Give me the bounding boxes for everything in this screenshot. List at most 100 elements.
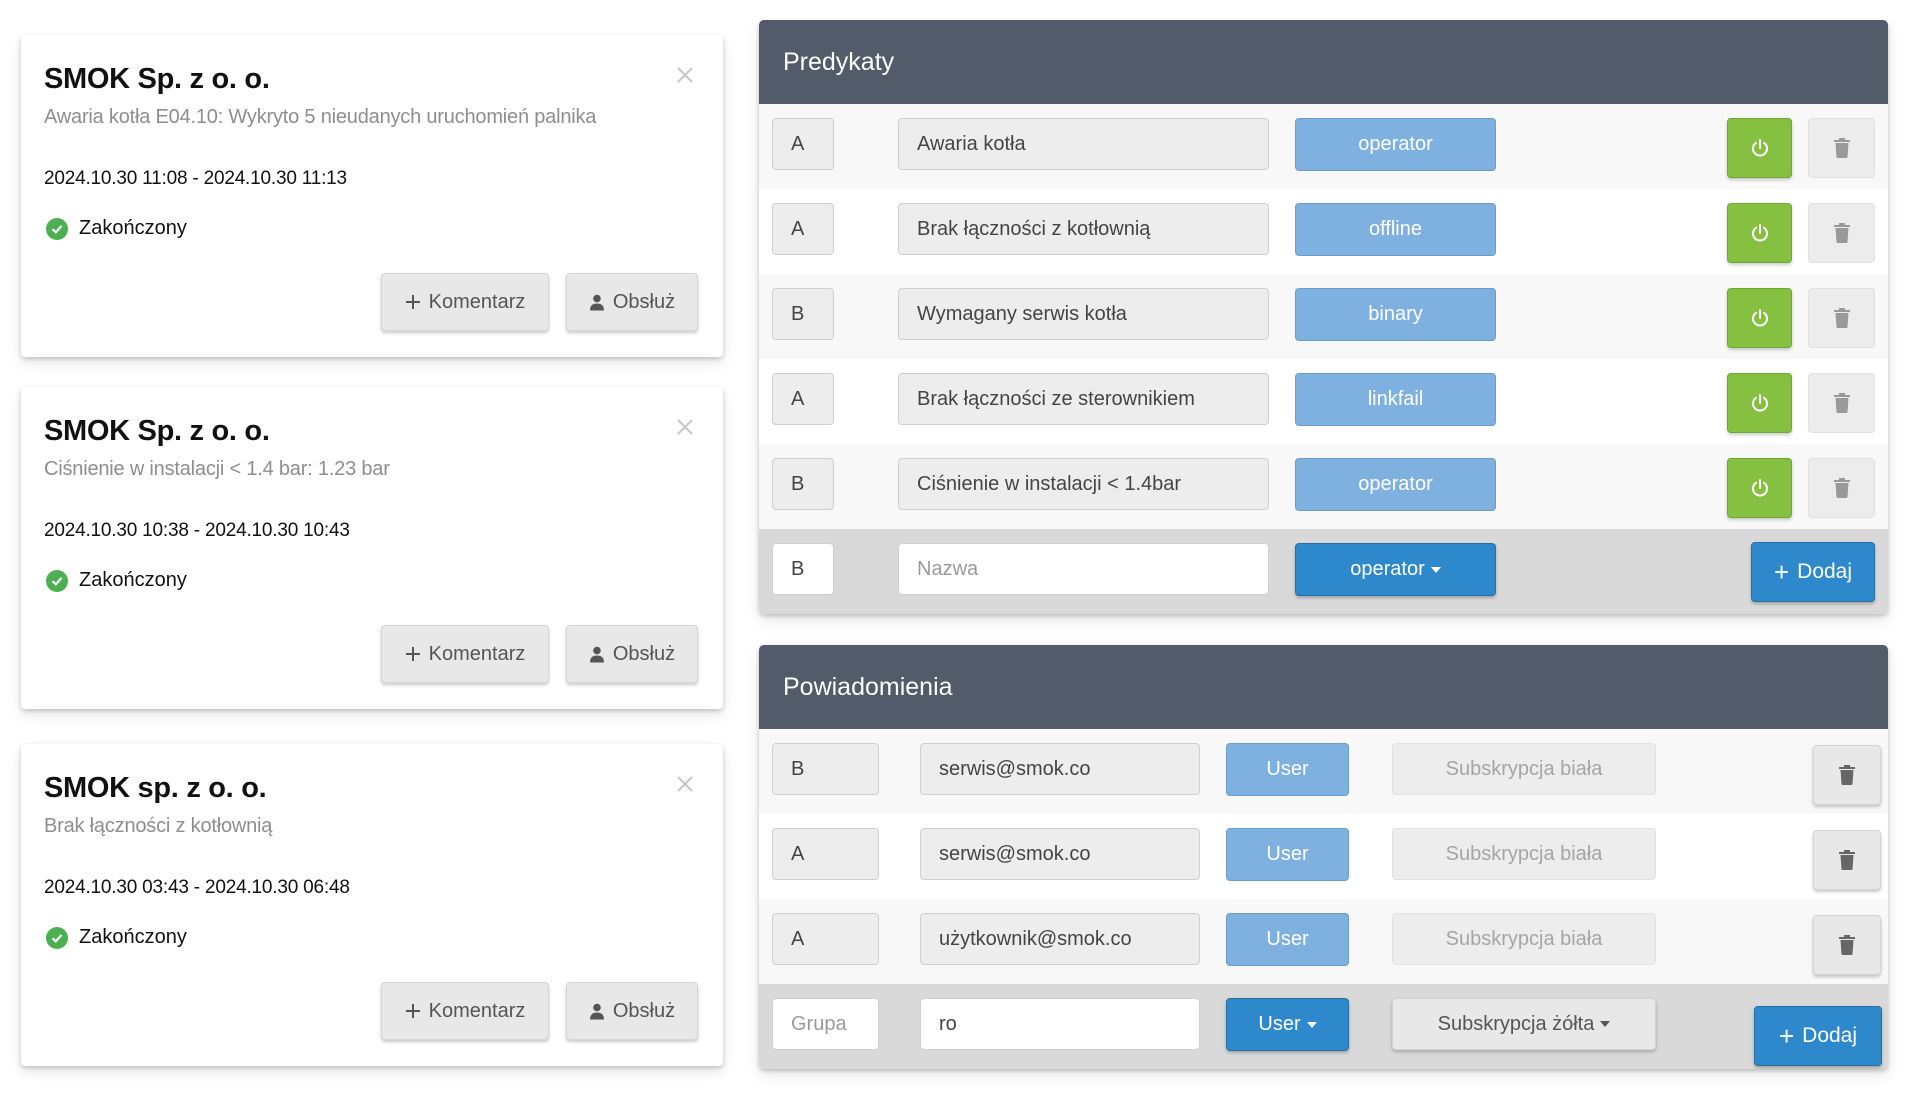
predicate-group[interactable]: B bbox=[772, 288, 834, 340]
predicate-group-input[interactable]: B bbox=[772, 543, 834, 595]
add-comment-button[interactable]: Komentarz bbox=[381, 273, 549, 331]
predicate-type-button[interactable]: operator bbox=[1295, 458, 1496, 511]
power-toggle-button[interactable] bbox=[1727, 458, 1792, 518]
notification-add-row: Grupa ro User Subskrypcja żółta + Dodaj bbox=[759, 984, 1888, 1069]
card-subtitle: Brak łączności z kotłownią bbox=[44, 815, 273, 837]
handle-button[interactable]: Obsłuż bbox=[566, 982, 698, 1040]
trash-icon bbox=[1833, 308, 1850, 328]
notification-subscription-button[interactable]: Subskrypcja biała bbox=[1392, 828, 1656, 880]
predicate-group[interactable]: B bbox=[772, 458, 834, 510]
power-toggle-button[interactable] bbox=[1727, 118, 1792, 178]
delete-notification-button[interactable] bbox=[1813, 745, 1881, 805]
predicate-type-button[interactable]: operator bbox=[1295, 118, 1496, 171]
plus-icon bbox=[405, 646, 421, 662]
delete-predicate-button[interactable] bbox=[1808, 373, 1875, 433]
caret-down-icon bbox=[1600, 1021, 1611, 1027]
delete-predicate-button[interactable] bbox=[1808, 288, 1875, 348]
notification-group[interactable]: A bbox=[772, 828, 879, 880]
predicate-group[interactable]: A bbox=[772, 373, 834, 425]
predicate-name[interactable]: Awaria kotła bbox=[898, 118, 1269, 170]
notification-subscription-button[interactable]: Subskrypcja biała bbox=[1392, 743, 1656, 795]
notification-email[interactable]: serwis@smok.co bbox=[920, 828, 1200, 880]
trash-icon bbox=[1839, 935, 1855, 955]
status-label: Zakończony bbox=[79, 217, 187, 239]
add-comment-button[interactable]: Komentarz bbox=[381, 625, 549, 683]
delete-predicate-button[interactable] bbox=[1808, 458, 1875, 518]
user-icon bbox=[589, 294, 605, 311]
notification-email[interactable]: użytkownik@smok.co bbox=[920, 913, 1200, 965]
add-comment-button[interactable]: Komentarz bbox=[381, 982, 549, 1040]
close-icon[interactable] bbox=[673, 772, 697, 796]
handle-label: Obsłuż bbox=[612, 290, 676, 313]
notification-subscription-selected: Subskrypcja żółta bbox=[1437, 1012, 1595, 1035]
notification-role-button[interactable]: User bbox=[1226, 743, 1349, 796]
delete-predicate-button[interactable] bbox=[1808, 118, 1875, 178]
predicate-name[interactable]: Ciśnienie w instalacji < 1.4bar bbox=[898, 458, 1269, 510]
close-icon[interactable] bbox=[673, 415, 697, 439]
delete-notification-button[interactable] bbox=[1813, 915, 1881, 975]
notification-group-input[interactable]: Grupa bbox=[772, 998, 879, 1050]
card-title: SMOK Sp. z o. o. bbox=[44, 63, 270, 95]
notification-role-selected: User bbox=[1258, 1013, 1301, 1035]
plus-icon bbox=[405, 1003, 421, 1019]
handle-label: Obsłuż bbox=[612, 999, 676, 1022]
power-toggle-button[interactable] bbox=[1727, 288, 1792, 348]
handle-button[interactable]: Obsłuż bbox=[566, 273, 698, 331]
predicate-row: A Brak łączności z kotłownią offline bbox=[759, 189, 1888, 274]
delete-notification-button[interactable] bbox=[1813, 830, 1881, 890]
handle-button[interactable]: Obsłuż bbox=[566, 625, 698, 683]
card-subtitle: Ciśnienie w instalacji < 1.4 bar: 1.23 b… bbox=[44, 458, 390, 480]
close-icon[interactable] bbox=[673, 63, 697, 87]
user-icon bbox=[589, 1003, 605, 1020]
predicate-group[interactable]: A bbox=[772, 118, 834, 170]
power-icon bbox=[1751, 224, 1768, 242]
handle-label: Obsłuż bbox=[612, 642, 676, 665]
predicate-name[interactable]: Brak łączności z kotłownią bbox=[898, 203, 1269, 255]
status-badge: Zakończony bbox=[44, 926, 187, 949]
predicate-name-input[interactable]: Nazwa bbox=[898, 543, 1269, 595]
notification-role-button[interactable]: User bbox=[1226, 913, 1349, 966]
predicate-row: B Ciśnienie w instalacji < 1.4bar operat… bbox=[759, 444, 1888, 529]
add-predicate-button[interactable]: + Dodaj bbox=[1751, 542, 1875, 602]
predicate-type-button[interactable]: binary bbox=[1295, 288, 1496, 341]
card-title: SMOK sp. z o. o. bbox=[44, 772, 267, 804]
user-icon bbox=[589, 646, 605, 663]
add-notification-label: Dodaj bbox=[1802, 1024, 1858, 1047]
notification-role-button[interactable]: User bbox=[1226, 828, 1349, 881]
notification-role-dropdown[interactable]: User bbox=[1226, 998, 1349, 1051]
notification-row: B serwis@smok.co User Subskrypcja biała bbox=[759, 729, 1888, 814]
power-icon bbox=[1751, 139, 1768, 157]
trash-icon bbox=[1839, 765, 1855, 785]
notifications-panel: Powiadomienia B serwis@smok.co User Subs… bbox=[759, 645, 1888, 1069]
status-label: Zakończony bbox=[79, 569, 187, 591]
predicate-group[interactable]: A bbox=[772, 203, 834, 255]
add-comment-label: Komentarz bbox=[428, 999, 526, 1022]
plus-icon bbox=[405, 294, 421, 310]
predicate-type-button[interactable]: offline bbox=[1295, 203, 1496, 256]
plus-icon: + bbox=[1773, 557, 1790, 587]
predicate-name-placeholder: Nazwa bbox=[917, 557, 979, 580]
notification-group[interactable]: A bbox=[772, 913, 879, 965]
predicate-name[interactable]: Wymagany serwis kotła bbox=[898, 288, 1269, 340]
predicate-type-selected: operator bbox=[1350, 558, 1425, 580]
predicate-type-dropdown[interactable]: operator bbox=[1295, 543, 1496, 596]
card-date-range: 2024.10.30 10:38 - 2024.10.30 10:43 bbox=[44, 520, 350, 541]
notification-email[interactable]: serwis@smok.co bbox=[920, 743, 1200, 795]
notification-subscription-button[interactable]: Subskrypcja biała bbox=[1392, 913, 1656, 965]
power-toggle-button[interactable] bbox=[1727, 373, 1792, 433]
add-notification-button[interactable]: + Dodaj bbox=[1754, 1006, 1882, 1066]
delete-predicate-button[interactable] bbox=[1808, 203, 1875, 263]
trash-icon bbox=[1833, 138, 1850, 158]
card-date-range: 2024.10.30 11:08 - 2024.10.30 11:13 bbox=[44, 168, 347, 189]
notification-email-input[interactable]: ro bbox=[920, 998, 1200, 1050]
notification-subscription-dropdown[interactable]: Subskrypcja żółta bbox=[1392, 998, 1656, 1050]
status-badge: Zakończony bbox=[44, 569, 187, 592]
notification-row: A serwis@smok.co User Subskrypcja biała bbox=[759, 814, 1888, 899]
power-toggle-button[interactable] bbox=[1727, 203, 1792, 263]
predicate-type-button[interactable]: linkfail bbox=[1295, 373, 1496, 426]
caret-down-icon bbox=[1430, 566, 1441, 573]
check-circle-icon bbox=[46, 569, 68, 592]
predicate-name[interactable]: Brak łączności ze sterownikiem bbox=[898, 373, 1269, 425]
notification-row: A użytkownik@smok.co User Subskrypcja bi… bbox=[759, 899, 1888, 984]
notification-group[interactable]: B bbox=[772, 743, 879, 795]
